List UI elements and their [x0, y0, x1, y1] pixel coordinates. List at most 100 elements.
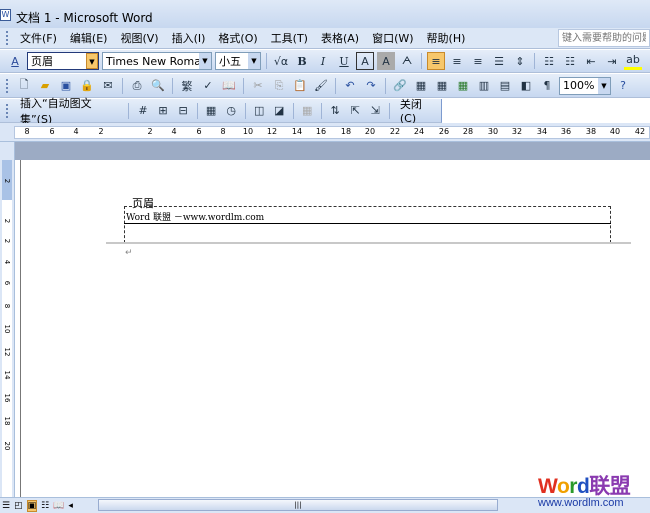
ruler-number: 40: [609, 127, 621, 136]
ruler-number: 34: [536, 127, 548, 136]
align-right-icon[interactable]: ≡: [469, 52, 487, 70]
vertical-ruler[interactable]: 2 2 2 4 6 8 10 12 14 16 18 20: [0, 142, 15, 497]
bullets-icon[interactable]: ☷: [561, 52, 579, 70]
char-border-icon[interactable]: A: [356, 52, 374, 70]
new-icon[interactable]: 🗋: [15, 77, 33, 95]
outline-view-icon[interactable]: ☷: [41, 501, 49, 511]
menu-window[interactable]: 窗口(W): [367, 30, 418, 46]
email-icon[interactable]: ✉: [99, 77, 117, 95]
menu-file[interactable]: 文件(F): [15, 30, 62, 46]
toolbar-grip[interactable]: [6, 103, 9, 118]
reading-view-icon[interactable]: 📖: [53, 501, 64, 511]
paste-icon[interactable]: 📋: [291, 77, 309, 95]
separator: [335, 77, 336, 94]
insert-table-icon[interactable]: ▦: [433, 77, 451, 95]
style-select[interactable]: 页眉 ▼: [27, 52, 99, 70]
switch-header-footer-icon[interactable]: ⇅: [327, 102, 344, 120]
styles-icon[interactable]: A: [6, 52, 24, 70]
traditional-chinese-icon[interactable]: 繁: [178, 77, 196, 95]
underline-icon[interactable]: U: [335, 52, 353, 70]
menu-format[interactable]: 格式(O): [213, 30, 262, 46]
open-icon[interactable]: ▰: [36, 77, 54, 95]
numbering-icon[interactable]: ☷: [540, 52, 558, 70]
separator: [534, 53, 535, 69]
insert-date-icon[interactable]: ▦: [203, 102, 220, 120]
print-preview-icon[interactable]: 🔍: [149, 77, 167, 95]
help-icon[interactable]: ?: [614, 77, 632, 95]
zoom-value: 100%: [563, 79, 595, 92]
italic-icon[interactable]: I: [314, 52, 332, 70]
menu-view[interactable]: 视图(V): [115, 30, 163, 46]
zoom-select[interactable]: 100% ▼: [559, 76, 611, 95]
copy-icon[interactable]: ⎘: [270, 77, 288, 95]
decrease-indent-icon[interactable]: ⇤: [582, 52, 600, 70]
font-size-select[interactable]: 小五 ▼: [215, 52, 261, 70]
page-count-icon[interactable]: ⊞: [154, 102, 171, 120]
menu-edit[interactable]: 编辑(E): [65, 30, 113, 46]
drawing-icon[interactable]: ▤: [496, 77, 514, 95]
undo-icon[interactable]: ↶: [341, 77, 359, 95]
page-setup-icon[interactable]: ◫: [251, 102, 268, 120]
normal-view-icon[interactable]: ☰: [2, 501, 10, 511]
insert-excel-icon[interactable]: ▦: [454, 77, 472, 95]
toolbar-grip[interactable]: [6, 31, 9, 45]
document-map-icon[interactable]: ◧: [517, 77, 535, 95]
spelling-icon[interactable]: ✓: [199, 77, 217, 95]
same-as-previous-icon[interactable]: ▦: [299, 102, 316, 120]
redo-icon[interactable]: ↷: [362, 77, 380, 95]
show-hide-icon[interactable]: ¶: [538, 77, 556, 95]
chevron-down-icon[interactable]: ▼: [199, 53, 211, 69]
chevron-down-icon[interactable]: ▼: [598, 77, 610, 94]
columns-icon[interactable]: ▥: [475, 77, 493, 95]
ruler-number: 16: [315, 127, 327, 136]
menu-help[interactable]: 帮助(H): [422, 30, 471, 46]
print-layout-icon[interactable]: ▣: [26, 499, 38, 512]
char-shading-icon[interactable]: A: [377, 52, 395, 70]
show-hide-text-icon[interactable]: ◪: [271, 102, 288, 120]
menu-table[interactable]: 表格(A): [316, 30, 364, 46]
chevron-down-icon[interactable]: ▼: [86, 53, 98, 69]
ruler-number: 36: [560, 127, 572, 136]
cut-icon[interactable]: ✂: [249, 77, 267, 95]
horizontal-scrollbar[interactable]: |||: [98, 499, 498, 511]
vruler-number: 2: [3, 218, 11, 224]
align-center-icon[interactable]: ≡: [448, 52, 466, 70]
ruler-number: 38: [585, 127, 597, 136]
web-view-icon[interactable]: ◰: [14, 501, 23, 511]
distributed-icon[interactable]: ☰: [490, 52, 508, 70]
save-icon[interactable]: ▣: [57, 77, 75, 95]
close-button[interactable]: 关闭(C): [395, 96, 441, 125]
tables-borders-icon[interactable]: ▦: [412, 77, 430, 95]
insert-autotext-button[interactable]: 插入“自动图文集”(S): [15, 95, 124, 127]
permission-icon[interactable]: 🔒: [78, 77, 96, 95]
print-icon[interactable]: ⎙: [128, 77, 146, 95]
align-justify-icon[interactable]: ≡: [427, 52, 445, 70]
hyperlink-icon[interactable]: 🔗: [391, 77, 409, 95]
insert-time-icon[interactable]: ◷: [223, 102, 240, 120]
font-select[interactable]: Times New Roman ▼: [102, 52, 212, 70]
ruler-number: 6: [49, 127, 55, 136]
highlight-icon[interactable]: ab: [624, 52, 642, 70]
research-icon[interactable]: 📖: [220, 77, 238, 95]
menu-insert[interactable]: 插入(I): [167, 30, 211, 46]
line-spacing-icon[interactable]: ⇕: [511, 52, 529, 70]
page-number-icon[interactable]: #: [134, 102, 151, 120]
char-scale-icon[interactable]: ᗅ: [398, 52, 416, 70]
bold-icon[interactable]: B: [293, 52, 311, 70]
chevron-down-icon[interactable]: ▼: [248, 53, 260, 69]
equation-icon[interactable]: √α: [272, 52, 290, 70]
document-page[interactable]: 页眉 Word 联盟 －www.wordlm.com ↵: [20, 160, 650, 497]
header-text[interactable]: Word 联盟 －www.wordlm.com: [126, 210, 264, 223]
increase-indent-icon[interactable]: ⇥: [603, 52, 621, 70]
show-previous-icon[interactable]: ⇱: [347, 102, 364, 120]
format-painter-icon[interactable]: 🖌: [312, 77, 330, 95]
format-page-number-icon[interactable]: ⊟: [175, 102, 192, 120]
separator: [172, 77, 173, 94]
toolbar-grip[interactable]: [6, 78, 9, 93]
horizontal-ruler[interactable]: 8 6 4 2 2 4 6 8 10 12 14 16 18 20 22 24 26 28 30 32 34 36 38 40…: [0, 123, 650, 142]
help-search-input[interactable]: [558, 29, 650, 47]
menu-tools[interactable]: 工具(T): [266, 30, 313, 46]
word-app-icon[interactable]: W: [0, 9, 11, 21]
show-next-icon[interactable]: ⇲: [367, 102, 384, 120]
scroll-left-icon[interactable]: ◂: [68, 501, 73, 511]
